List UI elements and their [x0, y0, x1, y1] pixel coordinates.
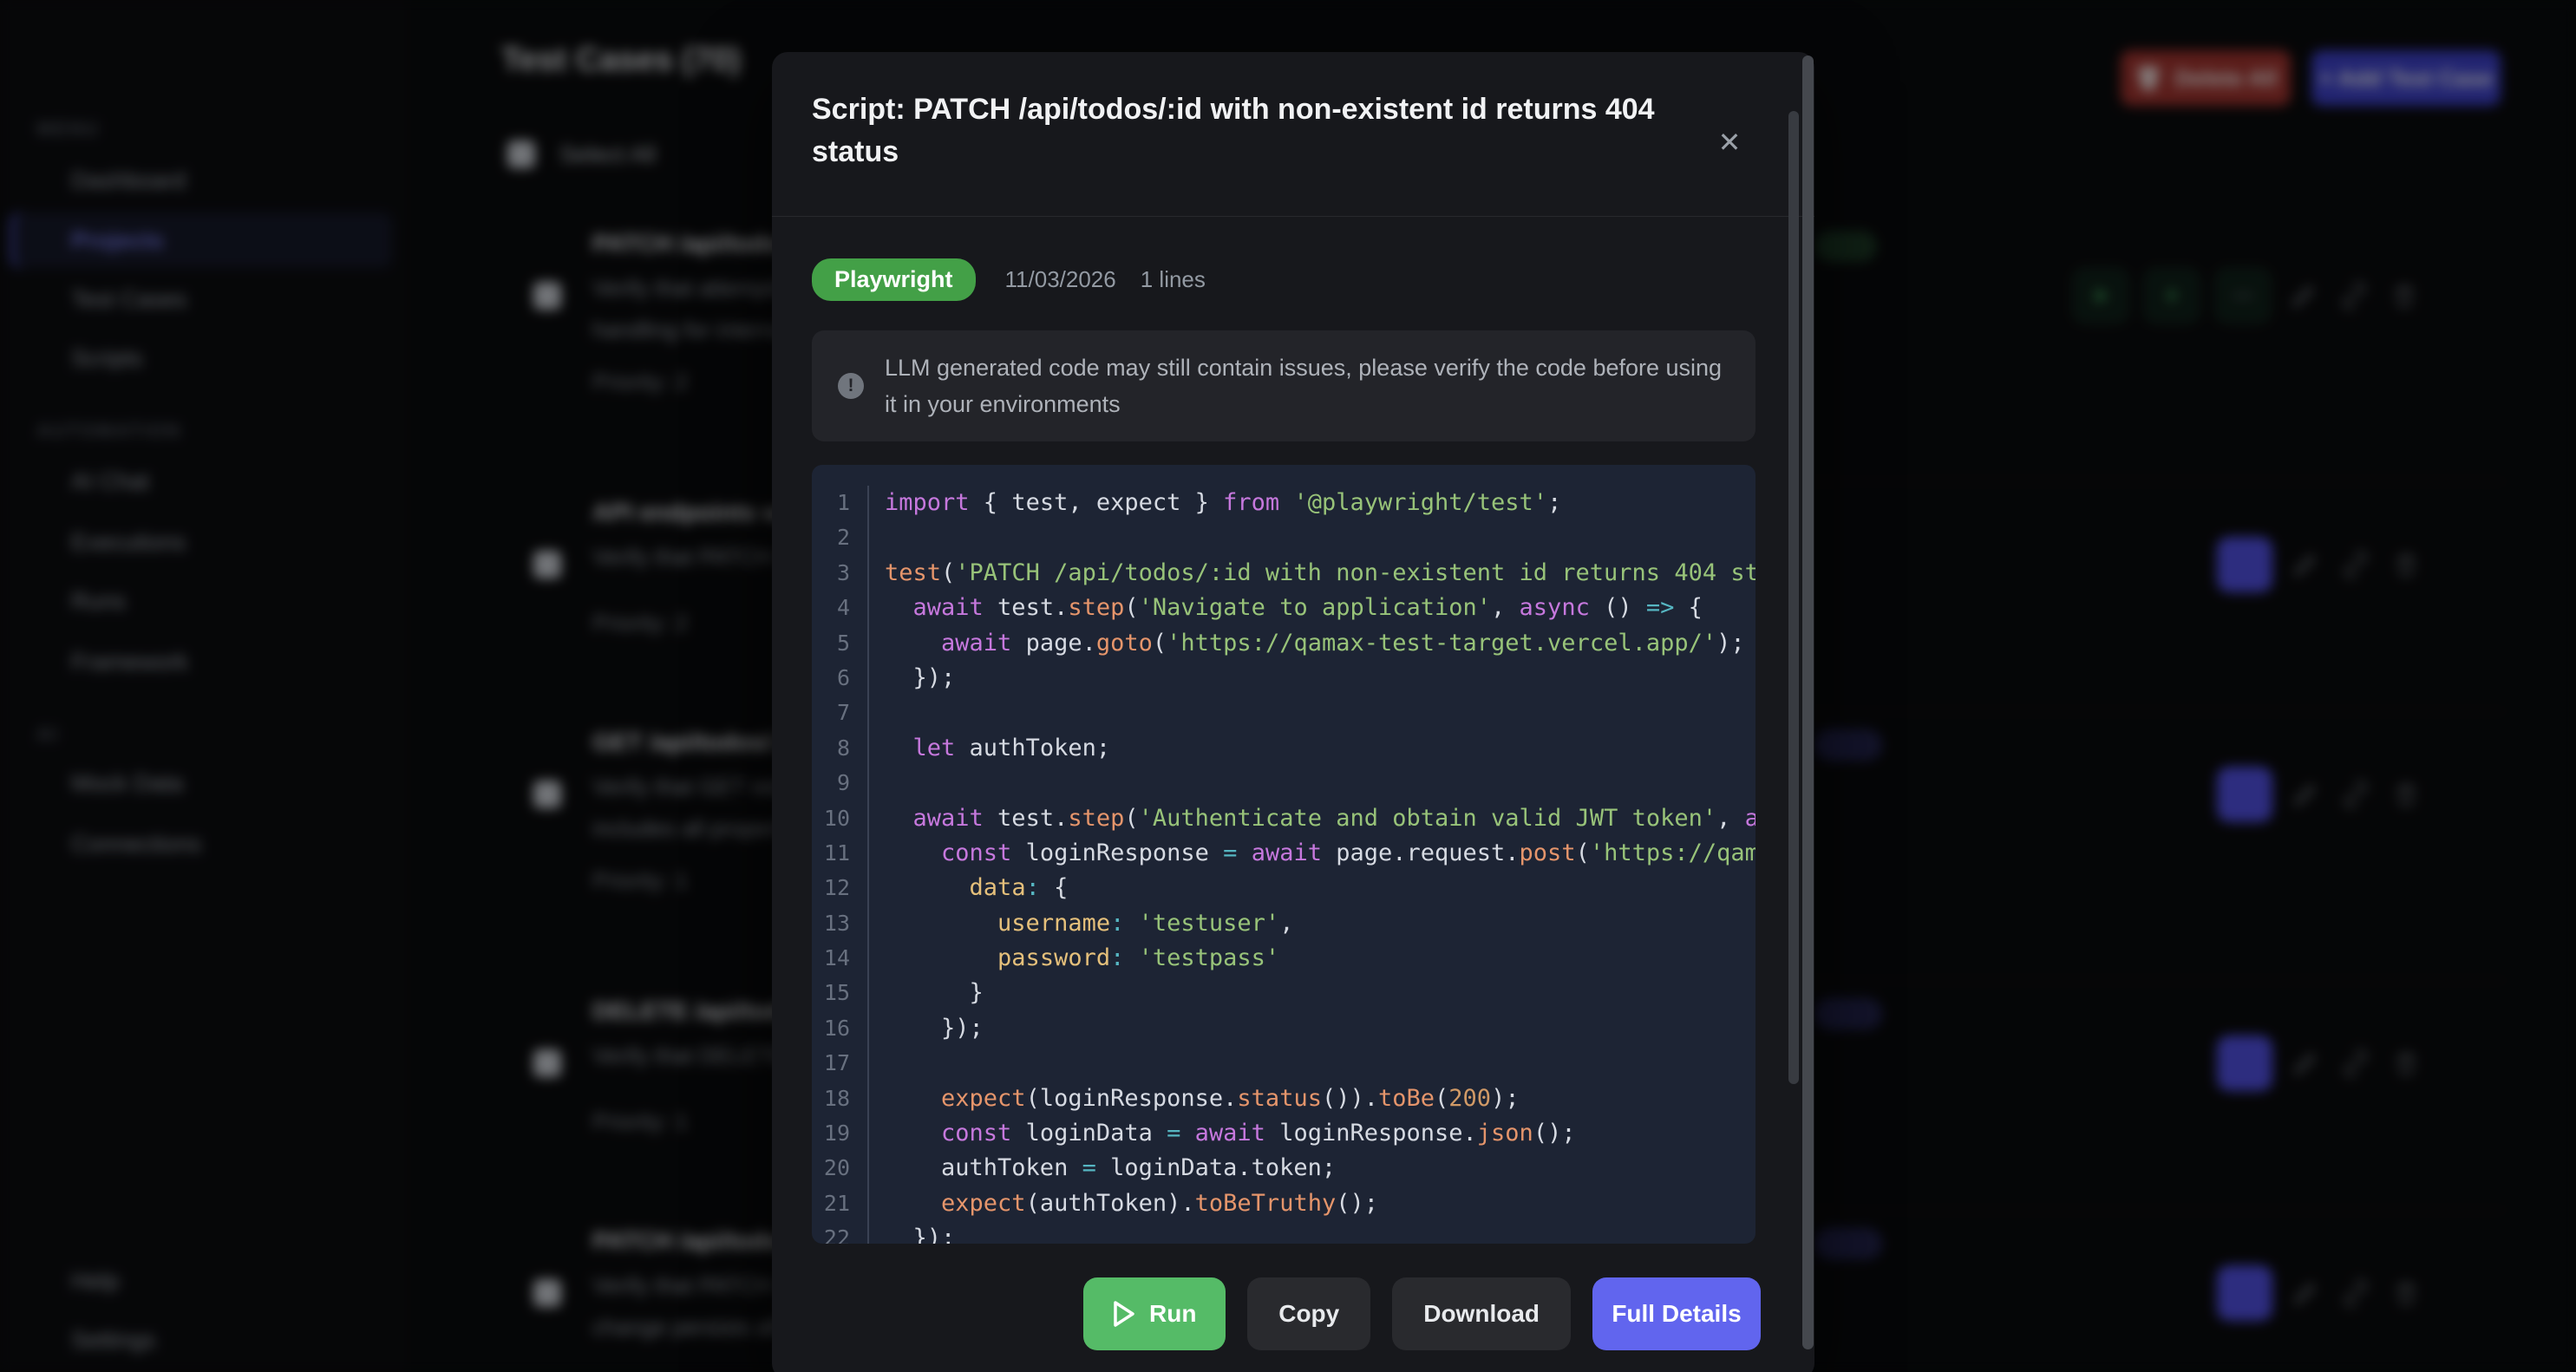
line-number: 18 [812, 1081, 867, 1116]
line-number: 2 [812, 520, 867, 555]
play-icon [1113, 1301, 1135, 1327]
line-number: 12 [812, 871, 867, 905]
code-line: 14 password: 'testpass' [812, 941, 1755, 976]
line-number: 17 [812, 1046, 867, 1081]
modal-footer: Run Copy Download Full Details [772, 1277, 1814, 1372]
code-line: 19 const loginData = await loginResponse… [812, 1116, 1755, 1151]
page-scrollbar[interactable] [1802, 56, 1814, 1349]
code-line: 20 authToken = loginData.token; [812, 1151, 1755, 1186]
line-number: 8 [812, 731, 867, 766]
line-number: 11 [812, 836, 867, 871]
line-number: 4 [812, 591, 867, 625]
line-number: 3 [812, 556, 867, 591]
code-line: 16 }); [812, 1011, 1755, 1046]
line-number: 22 [812, 1221, 867, 1244]
script-meta: Playwright 11/03/2026 1 lines [812, 258, 1775, 301]
code-line: 15 } [812, 976, 1755, 1010]
line-number: 19 [812, 1116, 867, 1151]
script-line-count: 1 lines [1141, 266, 1206, 293]
framework-badge: Playwright [812, 258, 976, 301]
code-line: 9 [812, 766, 1755, 800]
line-number: 10 [812, 801, 867, 836]
close-icon[interactable]: ✕ [1710, 123, 1749, 161]
line-number: 5 [812, 626, 867, 661]
code-line: 18 expect(loginResponse.status()).toBe(2… [812, 1081, 1755, 1116]
code-editor[interactable]: 1import { test, expect } from '@playwrig… [812, 465, 1755, 1244]
code-line: 8 let authToken; [812, 731, 1755, 766]
download-button[interactable]: Download [1392, 1277, 1571, 1350]
app-screen: MENUDashboardProjectsTest CasesScriptsAU… [0, 0, 2576, 1372]
code-line: 5 await page.goto('https://qamax-test-ta… [812, 626, 1755, 661]
llm-warning-text: LLM generated code may still contain iss… [885, 350, 1729, 422]
line-number: 20 [812, 1151, 867, 1186]
info-icon: ! [838, 373, 864, 399]
full-details-button[interactable]: Full Details [1592, 1277, 1761, 1350]
code-line: 7 [812, 696, 1755, 730]
line-number: 1 [812, 486, 867, 520]
line-number: 7 [812, 696, 867, 730]
line-number: 16 [812, 1011, 867, 1046]
code-line: 1import { test, expect } from '@playwrig… [812, 486, 1755, 520]
code-line: 11 const loginResponse = await page.requ… [812, 836, 1755, 871]
modal-title: Script: PATCH /api/todos/:id with non-ex… [812, 88, 1688, 173]
line-number: 9 [812, 766, 867, 800]
run-button[interactable]: Run [1083, 1277, 1226, 1350]
code-line: 10 await test.step('Authenticate and obt… [812, 801, 1755, 836]
code-line: 2 [812, 520, 1755, 555]
line-number: 21 [812, 1186, 867, 1221]
line-number: 14 [812, 941, 867, 976]
line-number: 15 [812, 976, 867, 1010]
line-number: 13 [812, 906, 867, 941]
modal-body: Playwright 11/03/2026 1 lines ! LLM gene… [772, 258, 1814, 1244]
copy-button[interactable]: Copy [1247, 1277, 1370, 1350]
code-line: 12 data: { [812, 871, 1755, 905]
modal-header: Script: PATCH /api/todos/:id with non-ex… [772, 52, 1814, 217]
code-line: 4 await test.step('Navigate to applicati… [812, 591, 1755, 625]
code-line: 22 }); [812, 1221, 1755, 1244]
script-meta-text: 11/03/2026 1 lines [1005, 266, 1206, 293]
script-date: 11/03/2026 [1005, 266, 1116, 293]
code-line: 6 }); [812, 661, 1755, 696]
code-line: 21 expect(authToken).toBeTruthy(); [812, 1186, 1755, 1221]
line-number: 6 [812, 661, 867, 696]
modal-scrollbar[interactable] [1788, 111, 1799, 1084]
code-line: 3test('PATCH /api/todos/:id with non-exi… [812, 556, 1755, 591]
llm-warning-banner: ! LLM generated code may still contain i… [812, 330, 1755, 441]
script-modal: Script: PATCH /api/todos/:id with non-ex… [772, 52, 1814, 1372]
code-line: 17 [812, 1046, 1755, 1081]
code-line: 13 username: 'testuser', [812, 906, 1755, 941]
